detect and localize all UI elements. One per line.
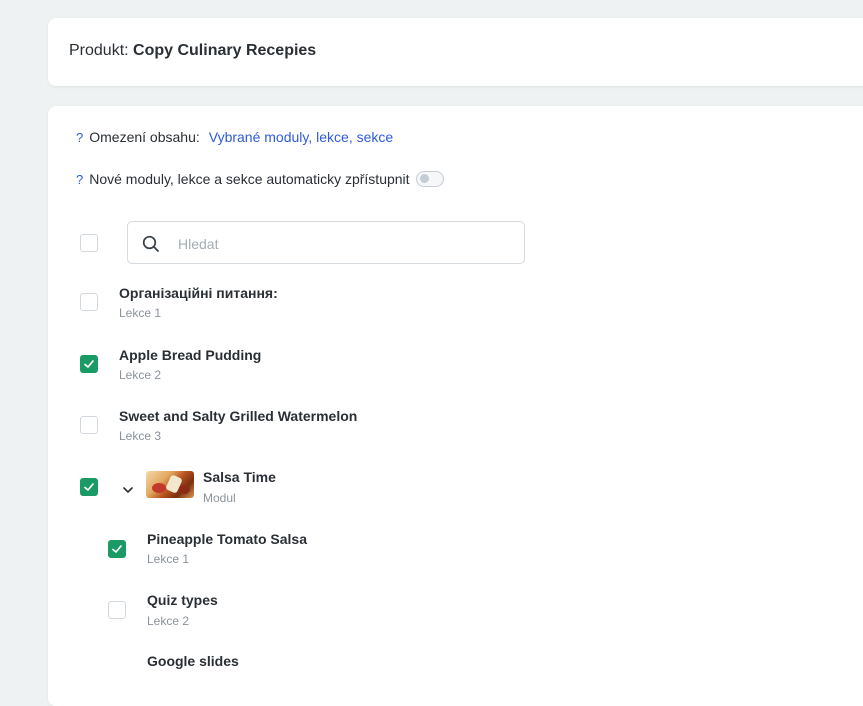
lesson-title[interactable]: Quiz types <box>147 592 218 608</box>
search-icon <box>142 235 160 258</box>
search-input[interactable] <box>176 232 510 256</box>
content-restriction-link[interactable]: Vybrané moduly, lekce, sekce <box>209 129 393 145</box>
item-checkbox[interactable] <box>80 416 98 434</box>
item-checkbox[interactable] <box>80 293 98 311</box>
lesson-subtitle: Lekce 3 <box>119 429 162 443</box>
lesson-title[interactable]: Pineapple Tomato Salsa <box>147 531 307 547</box>
lesson-title[interactable]: Організаційні питання: <box>119 285 278 301</box>
module-subtitle: Modul <box>203 491 236 505</box>
lesson-title[interactable]: Google slides <box>147 653 239 669</box>
lesson-subtitle: Lekce 2 <box>147 614 190 628</box>
item-checkbox[interactable] <box>108 540 126 558</box>
content-restriction-row: ? Omezení obsahu: Vybrané moduly, lekce,… <box>76 129 393 145</box>
check-icon <box>84 483 94 491</box>
lesson-subtitle: Lekce 1 <box>119 306 162 320</box>
lesson-subtitle: Lekce 1 <box>147 552 190 566</box>
check-icon <box>112 545 122 553</box>
lesson-title[interactable]: Apple Bread Pudding <box>119 347 261 363</box>
toggle-knob <box>419 174 429 183</box>
lesson-subtitle: Lekce 2 <box>119 368 162 382</box>
product-header: Produkt: Copy Culinary Recepies <box>48 18 863 86</box>
content-access-panel: ? Omezení obsahu: Vybrané moduly, lekce,… <box>48 106 863 706</box>
select-all-checkbox[interactable] <box>80 234 98 252</box>
check-icon <box>84 360 94 368</box>
auto-unlock-label: Nové moduly, lekce a sekce automaticky z… <box>89 171 410 187</box>
content-restriction-label: Omezení obsahu: <box>89 129 200 145</box>
help-icon[interactable]: ? <box>76 172 83 187</box>
auto-unlock-toggle[interactable] <box>415 171 444 187</box>
page-title: Produkt: Copy Culinary Recepies <box>69 42 316 60</box>
chevron-down-icon[interactable] <box>122 482 134 500</box>
module-checkbox[interactable] <box>80 478 98 496</box>
lesson-title[interactable]: Sweet and Salty Grilled Watermelon <box>119 408 357 424</box>
search-field <box>127 221 525 264</box>
item-checkbox[interactable] <box>108 601 126 619</box>
product-name: Copy Culinary Recepies <box>133 42 317 59</box>
module-thumbnail <box>146 471 194 498</box>
item-checkbox[interactable] <box>80 355 98 373</box>
page-title-prefix: Produkt: <box>69 42 134 59</box>
module-title[interactable]: Salsa Time <box>203 469 276 485</box>
auto-unlock-row: ? Nové moduly, lekce a sekce automaticky… <box>76 171 444 187</box>
help-icon[interactable]: ? <box>76 130 83 145</box>
